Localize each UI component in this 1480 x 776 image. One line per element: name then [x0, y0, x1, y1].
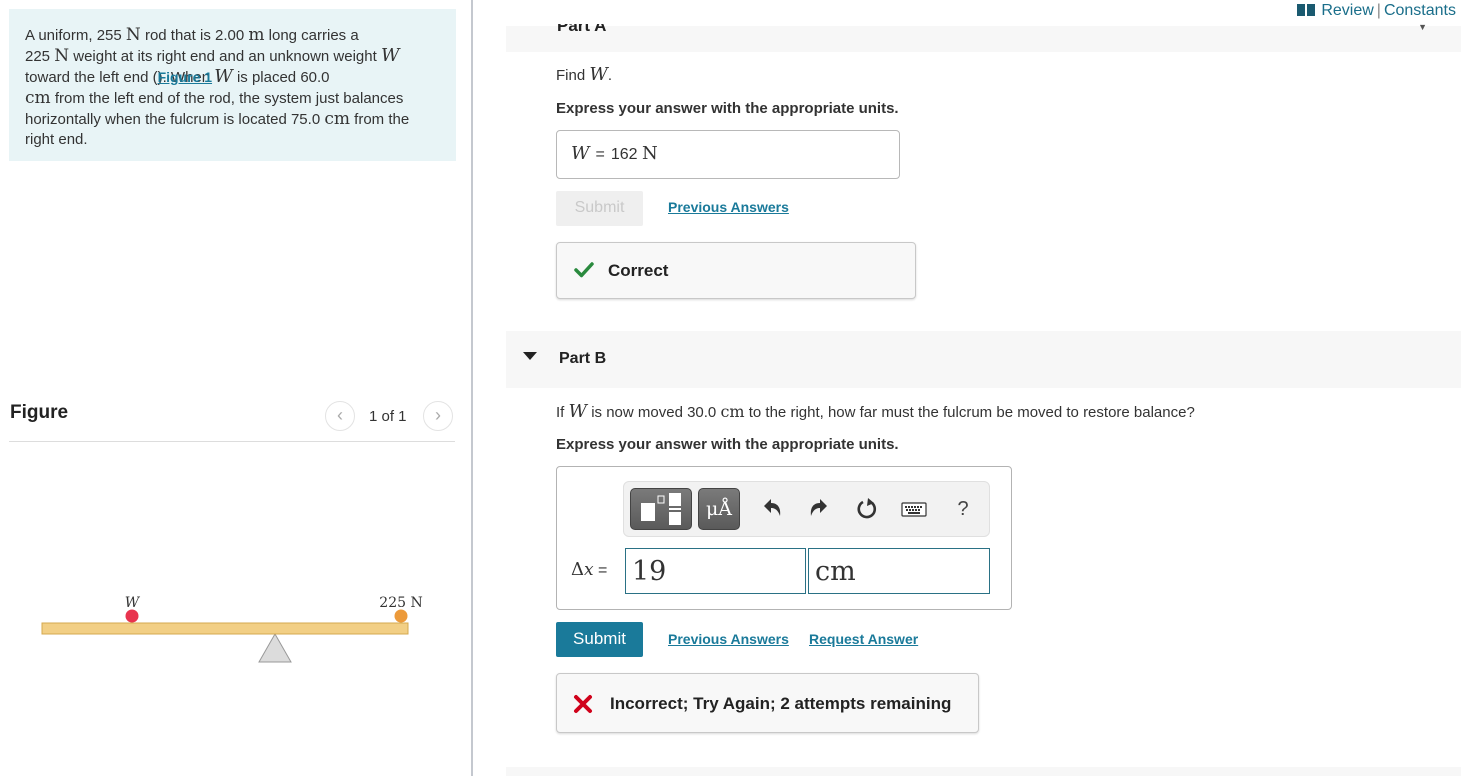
part-a-title: Part A [557, 16, 607, 35]
text: from the [349, 111, 410, 128]
right-panel: Review | Constants Part A ▼ Find W. Expres… [473, 0, 1480, 776]
answer-unit: N [642, 143, 658, 164]
weight-w-label: W [125, 595, 141, 611]
x-mark-icon [574, 695, 592, 713]
redo-icon[interactable] [805, 494, 833, 524]
undo-icon[interactable] [758, 494, 786, 524]
review-constants: Review | Constants [1297, 2, 1456, 20]
feedback-text: Incorrect; Try Again; 2 attempts remaini… [610, 694, 952, 713]
help-button[interactable]: ? [949, 494, 977, 524]
unit: N [54, 46, 70, 66]
book-icon [1297, 4, 1316, 16]
reset-icon[interactable] [853, 494, 881, 524]
part-b-feedback: Incorrect; Try Again; 2 attempts remaini… [556, 673, 979, 733]
figure-next-button[interactable]: › [423, 401, 453, 431]
text: rod that is 2.00 [140, 27, 249, 44]
weight-225-ball [394, 609, 408, 623]
left-panel: A uniform, 255 N rod that is 2.00 m long… [0, 0, 472, 776]
figure-title: Figure [10, 402, 69, 423]
part-a-submit-button: Submit [556, 191, 643, 226]
text: horizontally when the fulcrum is located… [25, 111, 325, 128]
part-a-previous-answers-link[interactable]: Previous Answers [668, 199, 789, 215]
text: A uniform, 255 [25, 27, 126, 44]
keyboard-icon[interactable] [898, 494, 930, 524]
text: 225 [25, 48, 55, 65]
text: . [607, 67, 613, 84]
problem-statement: A uniform, 255 N rod that is 2.00 m long… [9, 9, 456, 161]
figure-counter: 1 of 1 [369, 408, 407, 425]
part-a-question: Find W. [556, 64, 612, 85]
figure-prev-button[interactable]: ‹ [325, 401, 355, 431]
part-b-instruction: Express your answer with the appropriate… [556, 436, 899, 453]
text: Find [556, 67, 590, 84]
part-b-question: If W is now moved 30.0 cm to the right, … [556, 401, 1195, 422]
value-input[interactable] [625, 548, 806, 594]
variable: x [584, 560, 594, 580]
equals: = [593, 562, 608, 579]
text: weight at its right end and an unknown w… [69, 48, 381, 65]
part-b-answer-box: μÅ ? Δx = [556, 466, 1012, 610]
fulcrum [258, 632, 292, 663]
variable: W [214, 66, 233, 87]
part-b-submit-button[interactable]: Submit [556, 622, 643, 657]
review-link[interactable]: Review [1321, 2, 1373, 19]
variable: W [571, 143, 590, 164]
weight-w-ball [125, 609, 139, 623]
weight-225-label: 225 N [379, 595, 422, 611]
units-button[interactable]: μÅ [698, 488, 740, 530]
equals: = [595, 146, 605, 163]
part-a-header[interactable]: Part A ▼ [506, 22, 1461, 52]
text: from the left end of the rod, the system… [50, 90, 404, 107]
delta: Δ [571, 559, 584, 580]
delta-x-label: Δx = [571, 559, 607, 580]
answer-value: 162 [610, 146, 638, 163]
math-toolbar: μÅ ? [623, 481, 990, 537]
templates-button[interactable] [630, 488, 692, 530]
text: right end. [25, 131, 88, 148]
figure-header: Figure ‹ 1 of 1 › [9, 398, 455, 442]
unit: cm [324, 109, 350, 129]
chevron-right-icon: › [435, 405, 441, 425]
request-answer-link[interactable]: Request Answer [809, 631, 918, 647]
part-b-previous-answers-link[interactable]: Previous Answers [668, 631, 789, 647]
constants-link[interactable]: Constants [1384, 2, 1456, 19]
text: is placed 60.0 [232, 69, 330, 86]
part-a-instruction: Express your answer with the appropriate… [556, 100, 899, 117]
checkmark-icon [574, 262, 594, 278]
part-a-answer: W = 162 N [556, 130, 900, 179]
rod [41, 622, 409, 635]
variable: W [589, 64, 608, 85]
collapse-triangle-icon[interactable] [523, 352, 537, 360]
chevron-down-icon: ▼ [1418, 22, 1427, 32]
text: to the right, how far must the fulcrum b… [744, 404, 1195, 421]
templates-icon [641, 493, 681, 525]
text: is now moved 30.0 [587, 404, 721, 421]
part-a-feedback: Correct [556, 242, 916, 299]
figure-link[interactable]: Figure 1 [158, 67, 212, 87]
unit: cm [720, 402, 745, 421]
unit: N [125, 25, 141, 45]
text: long carries a [264, 27, 359, 44]
lever-figure: W 225 N [41, 595, 423, 663]
unit: cm [25, 88, 51, 108]
text: If [556, 404, 569, 421]
part-b-header[interactable]: Part B [506, 331, 1461, 388]
chevron-left-icon: ‹ [337, 405, 343, 425]
unit-input[interactable] [808, 548, 990, 594]
part-b-title: Part B [559, 350, 607, 367]
variable: W [568, 401, 588, 422]
separator: | [1376, 2, 1381, 19]
unit: m [248, 25, 265, 45]
text: toward the left end ( [25, 69, 158, 86]
feedback-text: Correct [608, 261, 669, 280]
next-part-header[interactable] [506, 767, 1461, 776]
variable: W [380, 45, 400, 66]
